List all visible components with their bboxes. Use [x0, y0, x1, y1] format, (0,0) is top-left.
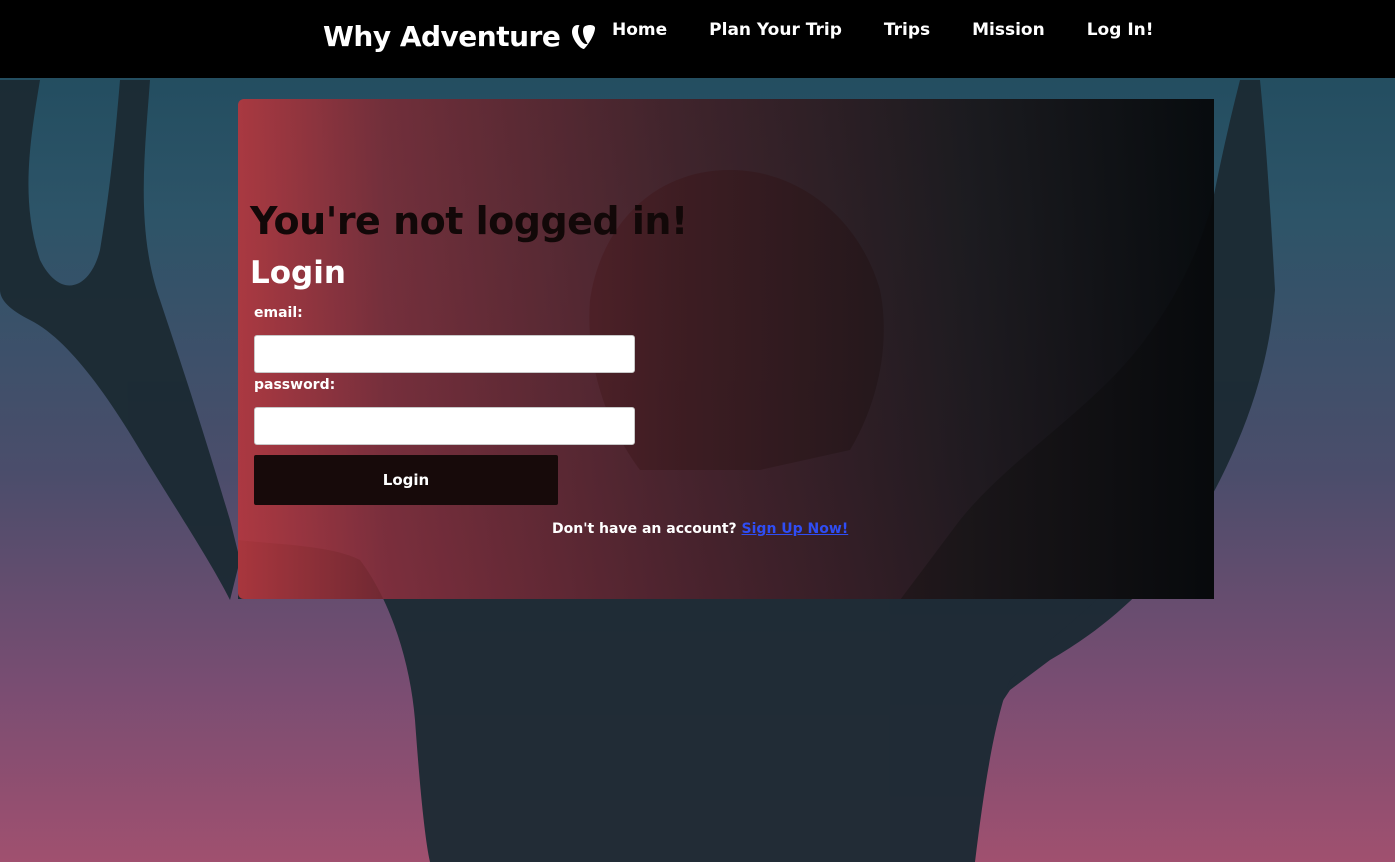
signup-link[interactable]: Sign Up Now!: [742, 521, 849, 537]
nav-link-mission[interactable]: Mission: [972, 20, 1045, 40]
nav-link-plan-your-trip[interactable]: Plan Your Trip: [709, 20, 842, 40]
nav-link-trips[interactable]: Trips: [884, 20, 930, 40]
typo3-logo-icon: [572, 24, 596, 49]
brand-logo-link[interactable]: Why Adventure: [323, 20, 596, 53]
nav-link-home[interactable]: Home: [612, 20, 667, 40]
email-field[interactable]: [254, 335, 635, 373]
password-label: password:: [254, 377, 336, 393]
password-field[interactable]: [254, 407, 635, 445]
login-submit-button[interactable]: Login: [254, 455, 558, 505]
top-navbar: Why Adventure Home Plan Your Trip Trips …: [0, 0, 1395, 78]
signup-prompt-text: Don't have an account?: [552, 521, 737, 537]
brand-name: Why Adventure: [323, 20, 561, 53]
login-card: You're not logged in! Login email: passw…: [238, 99, 1214, 599]
not-logged-in-heading: You're not logged in!: [250, 199, 688, 243]
signup-prompt-line: Don't have an account? Sign Up Now!: [552, 521, 848, 537]
nav-links: Home Plan Your Trip Trips Mission Log In…: [612, 20, 1196, 40]
email-label: email:: [254, 305, 303, 321]
nav-link-log-in[interactable]: Log In!: [1087, 20, 1154, 40]
login-form-title: Login: [250, 255, 346, 291]
